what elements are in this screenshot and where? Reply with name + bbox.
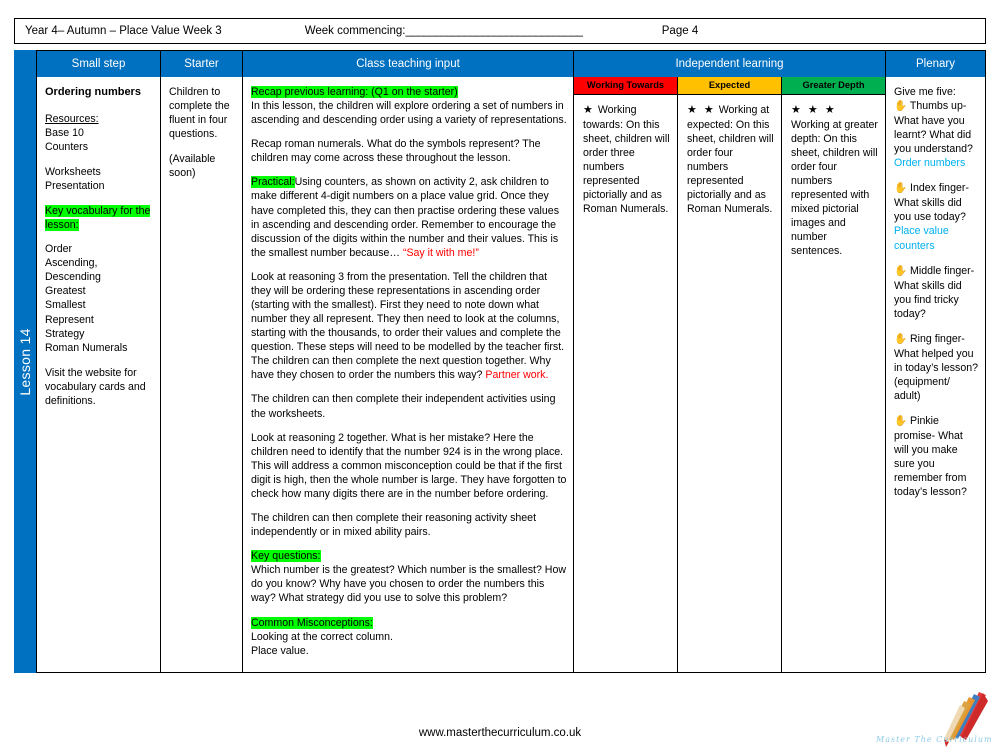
starter-paragraph: Children to complete the fluent in four …	[169, 86, 230, 141]
plenary-item-text: Pinkie promise- What will you make sure …	[894, 415, 967, 499]
cell-independent-learning: Working Towards Expected Greater Depth ★…	[574, 77, 886, 672]
reasoning-2-paragraph: Look at reasoning 2 together. What is he…	[251, 431, 567, 500]
page-header-bar: Year 4– Autumn – Place Value Week 3 Week…	[14, 18, 986, 44]
star-rating-icon: ★ ★ ★	[791, 104, 837, 116]
logo-wordmark: Master The Curriculum	[876, 735, 993, 744]
lesson-plan-table: Lesson 14 Small step Starter Class teach…	[14, 50, 986, 673]
lesson-number-label: Lesson 14	[17, 327, 33, 396]
plenary-item: ✋ Pinkie promise- What will you make sur…	[894, 414, 979, 499]
partner-work-callout: Partner work.	[485, 369, 549, 382]
vocab-item: Roman Numerals	[45, 341, 128, 354]
recap-heading: Recap previous learning: (Q1 on the star…	[251, 86, 458, 98]
plenary-item-answer: Place value counters	[894, 225, 949, 252]
attainment-level-body-row: ★ Working towards: On this sheet, childr…	[574, 95, 885, 672]
key-questions-block: Key questions: Which number is the great…	[251, 549, 567, 605]
resource-item: Base 10	[45, 126, 84, 139]
vocab-item: Greatest	[45, 285, 86, 298]
vocab-item: Strategy	[45, 327, 85, 340]
star-rating-icon: ★	[583, 104, 595, 116]
column-header-starter: Starter	[161, 51, 243, 77]
vocab-item: Represent	[45, 313, 94, 326]
hand-icon: ✋	[894, 264, 908, 277]
page-number: Page 4	[661, 25, 699, 37]
plenary-item: ✋ Middle finger- What skills did you fin…	[894, 264, 979, 321]
vocab-item: Order	[45, 243, 73, 256]
material-item: Presentation	[45, 179, 105, 192]
plenary-item: ✋ Ring finger- What helped you in today’…	[894, 332, 979, 403]
practical-heading: Practical:	[251, 176, 295, 189]
document-title: Year 4– Autumn – Place Value Week 3	[25, 25, 222, 37]
recap-block: Recap previous learning: (Q1 on the star…	[251, 85, 567, 127]
small-step-title: Ordering numbers	[45, 86, 141, 98]
starter-availability: (Available soon)	[169, 153, 216, 180]
column-header-plenary: Plenary	[886, 51, 985, 77]
resource-item: Counters	[45, 140, 88, 153]
hand-icon: ✋	[894, 332, 908, 345]
hand-icon: ✋	[894, 415, 908, 428]
column-header-independent-learning: Independent learning	[574, 51, 886, 77]
vocabulary-website-note: Visit the website for vocabulary cards a…	[45, 366, 146, 407]
independent-activities-paragraph: The children can then complete their ind…	[251, 393, 556, 420]
plenary-item-text: Middle finger- What skills did you find …	[894, 264, 975, 320]
hand-icon: ✋	[894, 100, 908, 113]
misconception-line: Place value.	[251, 644, 309, 657]
table-content-row: Ordering numbers Resources: Base 10 Coun…	[37, 77, 985, 672]
material-item: Worksheets	[45, 165, 101, 178]
vocab-item: Ascending,	[45, 257, 98, 270]
level-content-working-towards: ★ Working towards: On this sheet, childr…	[574, 95, 678, 672]
practical-block: Practical:Using counters, as shown on ac…	[251, 175, 567, 259]
plenary-item-answer: Order numbers	[894, 157, 966, 170]
roman-numerals-paragraph: Recap roman numerals. What do the symbol…	[251, 138, 541, 165]
plenary-item: ✋ Thumbs up- What have you learnt? What …	[894, 99, 979, 170]
table-body: Small step Starter Class teaching input …	[36, 50, 986, 673]
vocab-item: Descending	[45, 271, 101, 284]
plenary-item: ✋ Index finger- What skills did you use …	[894, 181, 979, 252]
misconception-line: Looking at the correct column.	[251, 630, 393, 643]
hand-icon: ✋	[894, 182, 908, 195]
level-body-text: On this sheet, children will order four …	[687, 118, 774, 216]
cell-class-teaching-input: Recap previous learning: (Q1 on the star…	[243, 77, 574, 672]
column-header-small-step: Small step	[37, 51, 161, 77]
level-body-text: On this sheet, children will order four …	[791, 132, 878, 258]
reasoning-3-block: Look at reasoning 3 from the presentatio…	[251, 270, 567, 383]
cell-starter: Children to complete the fluent in four …	[161, 77, 243, 672]
practical-callout: “Say it with me!”	[402, 246, 479, 259]
vocab-item: Smallest	[45, 299, 86, 312]
key-vocabulary-heading: Key vocabulary for the lesson:	[45, 205, 151, 232]
key-questions-body: Which number is the greatest? Which numb…	[251, 564, 566, 605]
star-rating-icon: ★ ★	[687, 104, 716, 116]
cell-small-step: Ordering numbers Resources: Base 10 Coun…	[37, 77, 161, 672]
level-content-expected: ★ ★ Working at expected: On this sheet, …	[678, 95, 782, 672]
level-header-working-towards: Working Towards	[574, 77, 678, 94]
level-header-greater-depth: Greater Depth	[782, 77, 885, 94]
plenary-item-text: Ring finger- What helped you in today’s …	[894, 332, 979, 402]
level-header-expected: Expected	[678, 77, 782, 94]
table-header-row: Small step Starter Class teaching input …	[37, 51, 985, 77]
recap-body: In this lesson, the children will explor…	[251, 100, 567, 127]
lesson-spine: Lesson 14	[14, 50, 36, 673]
misconceptions-block: Common Misconceptions: Looking at the co…	[251, 616, 567, 658]
attainment-level-header-row: Working Towards Expected Greater Depth	[574, 77, 885, 95]
level-body-text: On this sheet, children will order three…	[583, 118, 670, 216]
resources-label: Resources:	[45, 112, 99, 125]
cell-plenary: Give me five: ✋ Thumbs up- What have you…	[886, 77, 985, 672]
misconceptions-heading: Common Misconceptions:	[251, 616, 373, 629]
column-header-class-teaching-input: Class teaching input	[243, 51, 574, 77]
level-content-greater-depth: ★ ★ ★ Working at greater depth: On this …	[782, 95, 885, 672]
key-questions-heading: Key questions:	[251, 550, 321, 563]
reasoning-sheet-paragraph: The children can then complete their rea…	[251, 512, 537, 539]
plenary-intro: Give me five:	[894, 86, 956, 98]
footer-website-url: www.masterthecurriculum.co.uk	[418, 727, 582, 739]
reasoning-3-body: Look at reasoning 3 from the presentatio…	[251, 270, 565, 382]
